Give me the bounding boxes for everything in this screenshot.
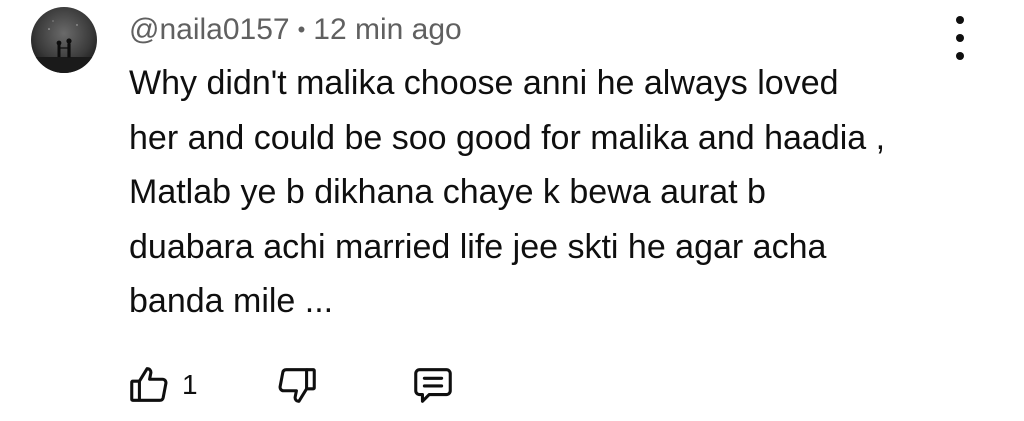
timestamp: 12 min ago [313, 13, 462, 46]
comment-text-line: Matlab ye b dikhana chaye k bewa aurat b [129, 173, 766, 212]
like-count: 1 [182, 369, 198, 400]
avatar-image [31, 7, 97, 73]
reply-button[interactable] [410, 360, 456, 410]
meta-separator: • [297, 17, 306, 42]
comment-text-line: Why didn't malika choose anni he always … [129, 64, 839, 102]
comment-meta: @naila0157 • 12 min ago [129, 10, 462, 50]
thumbs-down-icon [278, 368, 316, 403]
menu-dot [956, 34, 964, 42]
thumbs-up-icon [130, 367, 168, 402]
comment-text-line: banda mile ... [129, 282, 334, 321]
like-button[interactable]: 1 [126, 360, 198, 410]
comment-text: Why didn't malika choose anni he always … [129, 56, 989, 329]
avatar[interactable] [31, 7, 97, 73]
more-vert-icon[interactable] [944, 16, 976, 60]
menu-dot [956, 16, 964, 24]
comment-text-line: her and could be soo good for malika and… [129, 118, 886, 157]
dislike-button[interactable] [274, 360, 320, 410]
comment-card: @naila0157 • 12 min ago Why didn't malik… [0, 0, 1024, 421]
comment-text-line: duabara achi married life jee skti he ag… [129, 227, 827, 266]
comment-reply-icon [414, 368, 452, 403]
author-handle[interactable]: @naila0157 [129, 13, 290, 47]
